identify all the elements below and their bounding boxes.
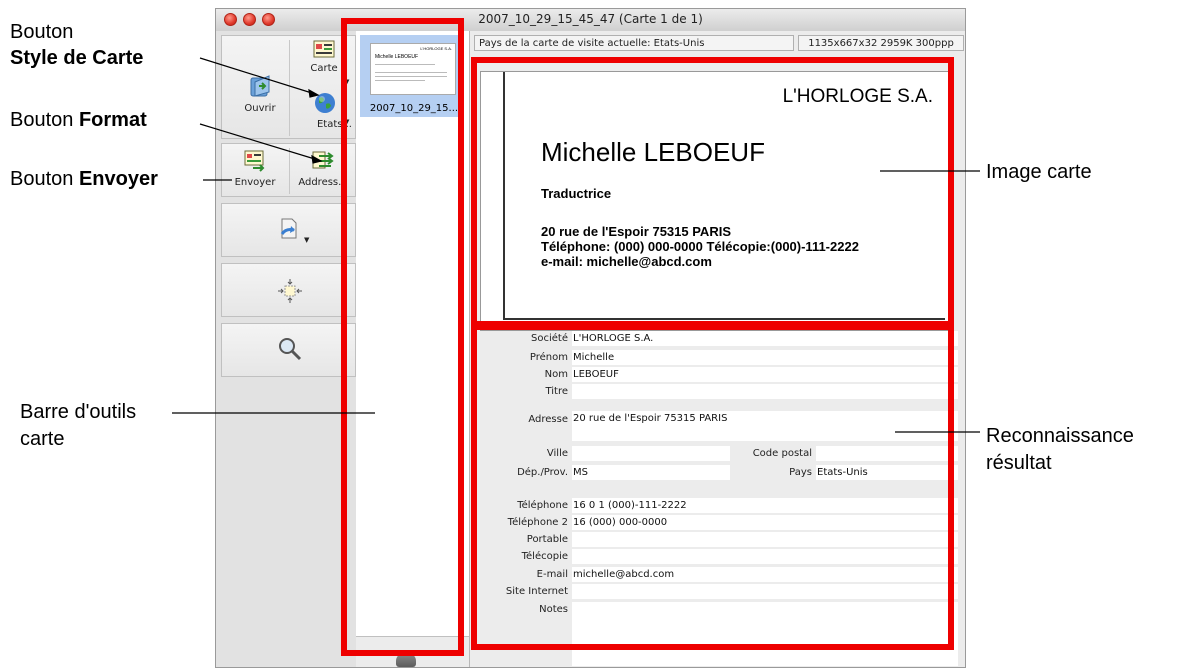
arrowhead [308, 88, 320, 98]
leader-lines [172, 57, 980, 433]
arrowhead [311, 154, 323, 164]
leader-style [199, 57, 316, 95]
leader-format [199, 123, 319, 161]
